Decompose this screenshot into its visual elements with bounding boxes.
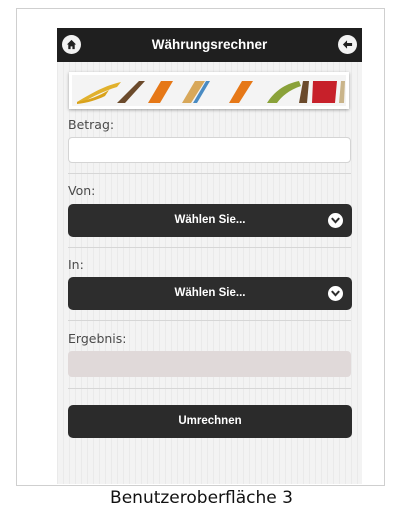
page-title: Währungsrechner [151,37,268,52]
from-select[interactable]: Wählen Sie... [68,204,352,237]
divider [68,320,351,321]
result-label: Ergebnis: [68,331,127,346]
back-button[interactable] [338,35,357,54]
convert-button-label: Umrechnen [178,415,242,427]
banner-graphic [72,75,346,106]
chevron-down-icon [328,213,343,228]
amount-label: Betrag: [68,117,115,132]
chevron-down-icon [328,286,343,301]
figure-caption: Benutzeroberfläche 3 [110,488,293,508]
to-label: In: [68,257,84,272]
divider [68,388,351,389]
divider [68,247,351,248]
decorative-banner [69,72,349,109]
header-bar: Währungsrechner [57,28,362,62]
to-select[interactable]: Wählen Sie... [68,277,352,310]
arrow-left-icon [342,40,353,49]
from-select-value: Wählen Sie... [174,214,246,226]
phone-screen: Währungsrechner Betrag: Von: Wählen Sie.… [57,28,362,484]
amount-input[interactable] [68,137,351,163]
divider [68,173,351,174]
convert-button[interactable]: Umrechnen [68,405,352,438]
to-select-value: Wählen Sie... [174,287,246,299]
from-label: Von: [68,183,96,198]
result-field [68,351,351,377]
